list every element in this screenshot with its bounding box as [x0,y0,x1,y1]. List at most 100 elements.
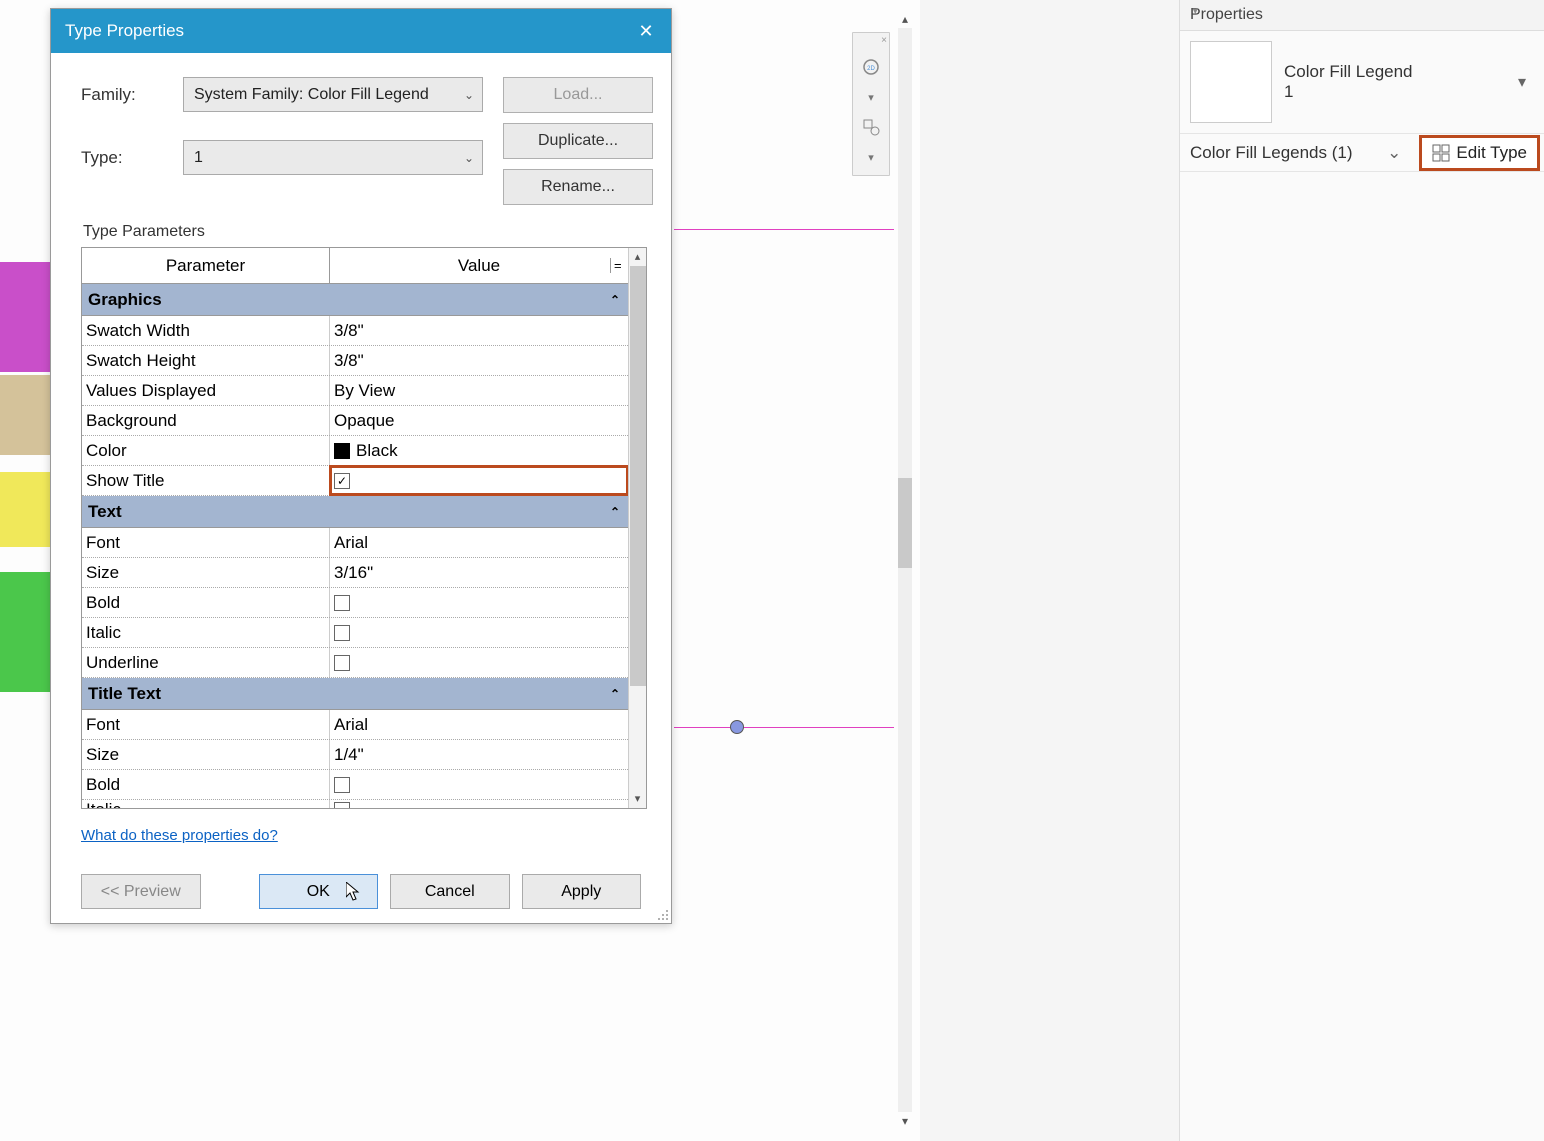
param-value[interactable] [330,770,628,799]
checkbox-icon[interactable] [334,802,350,809]
param-value[interactable]: Black [330,436,628,465]
param-value[interactable] [330,800,628,808]
collapse-icon[interactable]: ⌃ [610,687,620,701]
checkbox-icon[interactable] [334,625,350,641]
param-label: Underline [82,648,330,677]
param-label: Font [82,710,330,739]
edit-type-button[interactable]: Edit Type [1419,135,1540,171]
group-graphics-label: Graphics [88,290,162,310]
combo-caret-icon: ⌄ [464,88,474,102]
type-selector-text: Color Fill Legend 1 [1284,62,1506,102]
param-size[interactable]: Size 3/16" [82,558,628,588]
scroll-down-icon[interactable]: ▾ [896,1112,914,1130]
group-text-label: Text [88,502,122,522]
checkbox-icon[interactable] [334,595,350,611]
param-font[interactable]: Font Arial [82,528,628,558]
plan-region-magenta [0,262,52,372]
group-title-text[interactable]: Title Text ⌃ [82,678,628,710]
group-graphics[interactable]: Graphics ⌃ [82,284,628,316]
drag-handle-dot[interactable] [730,720,744,734]
param-swatch-height[interactable]: Swatch Height 3/8" [82,346,628,376]
nav-caret2-icon[interactable]: ▾ [861,147,881,167]
color-value-text: Black [356,441,398,461]
canvas-scrollbar[interactable]: ▴ ▾ [895,10,915,1130]
param-value[interactable] [330,618,628,647]
param-t-font[interactable]: Font Arial [82,710,628,740]
type-name: 1 [1284,82,1506,102]
type-parameters-label: Type Parameters [83,223,641,241]
dialog-titlebar[interactable]: Type Properties ✕ [51,9,671,53]
checkbox-icon[interactable] [334,655,350,671]
category-dropdown[interactable]: Color Fill Legends (1) ⌄ [1180,139,1419,167]
collapse-icon[interactable]: ⌃ [610,505,620,519]
param-value[interactable]: Arial [330,528,628,557]
navigation-bar[interactable]: × 2D ▾ ▾ [852,32,890,176]
param-value[interactable] [330,648,628,677]
param-bold[interactable]: Bold [82,588,628,618]
extent-line-bottom [674,727,894,728]
param-t-size[interactable]: Size 1/4" [82,740,628,770]
scroll-track[interactable] [898,28,912,1112]
param-value[interactable]: By View [330,376,628,405]
scroll-down-icon[interactable]: ▾ [629,790,646,808]
param-color[interactable]: Color Black [82,436,628,466]
collapse-icon[interactable]: ⌃ [610,293,620,307]
type-label: Type: [81,148,165,168]
dialog-close-button[interactable]: ✕ [629,15,663,47]
steering-wheel-icon[interactable]: 2D [861,57,881,77]
cancel-button[interactable]: Cancel [390,874,510,909]
param-values-displayed[interactable]: Values Displayed By View [82,376,628,406]
type-selector-caret-icon[interactable]: ▾ [1518,72,1534,92]
checkbox-icon[interactable] [334,473,350,489]
rename-button[interactable]: Rename... [503,169,653,205]
apply-button[interactable]: Apply [522,874,642,909]
scroll-thumb[interactable] [898,478,912,568]
table-scrollbar[interactable]: ▴ ▾ [628,248,646,808]
scroll-up-icon[interactable]: ▴ [629,248,646,266]
col-parameter-header[interactable]: Parameter [82,248,330,283]
param-underline[interactable]: Underline [82,648,628,678]
preview-button[interactable]: << Preview [81,874,201,909]
duplicate-button[interactable]: Duplicate... [503,123,653,159]
type-value: 1 [194,149,203,167]
param-label: Values Displayed [82,376,330,405]
param-swatch-width[interactable]: Swatch Width 3/8" [82,316,628,346]
family-combo[interactable]: System Family: Color Fill Legend ⌄ [183,77,483,112]
ok-button[interactable]: OK [259,874,379,909]
resize-grip-icon[interactable] [655,907,669,921]
param-value[interactable]: 3/16" [330,558,628,587]
param-background[interactable]: Background Opaque [82,406,628,436]
type-selector[interactable]: Color Fill Legend 1 ▾ [1180,31,1544,134]
param-value[interactable]: 3/8" [330,346,628,375]
zoom-region-icon[interactable] [861,117,881,137]
param-show-title[interactable]: Show Title [82,466,628,496]
param-value[interactable]: Opaque [330,406,628,435]
param-t-bold[interactable]: Bold [82,770,628,800]
color-swatch-icon [334,443,350,459]
type-parameters-table: Parameter Value = Graphics ⌃ Swatch Widt… [81,247,647,809]
param-value[interactable]: Arial [330,710,628,739]
combo-caret-icon: ⌄ [464,151,474,165]
plan-region-tan [0,375,52,455]
dialog-title-text: Type Properties [65,21,184,41]
param-label: Swatch Height [82,346,330,375]
help-link[interactable]: What do these properties do? [81,827,278,844]
col-value-header[interactable]: Value = [330,248,628,283]
param-italic[interactable]: Italic [82,618,628,648]
param-value[interactable]: 1/4" [330,740,628,769]
checkbox-icon[interactable] [334,777,350,793]
type-combo[interactable]: 1 ⌄ [183,140,483,175]
scroll-thumb[interactable] [630,266,646,686]
scroll-up-icon[interactable]: ▴ [896,10,914,28]
svg-text:2D: 2D [867,66,875,72]
param-t-italic[interactable]: Italic [82,800,628,808]
nav-close-icon[interactable]: × [881,35,887,46]
param-value[interactable] [330,588,628,617]
param-value[interactable] [330,466,628,495]
group-text[interactable]: Text ⌃ [82,496,628,528]
nav-caret-icon[interactable]: ▾ [861,87,881,107]
param-label: Background [82,406,330,435]
param-value[interactable]: 3/8" [330,316,628,345]
param-label: Size [82,558,330,587]
param-label: Italic [82,618,330,647]
